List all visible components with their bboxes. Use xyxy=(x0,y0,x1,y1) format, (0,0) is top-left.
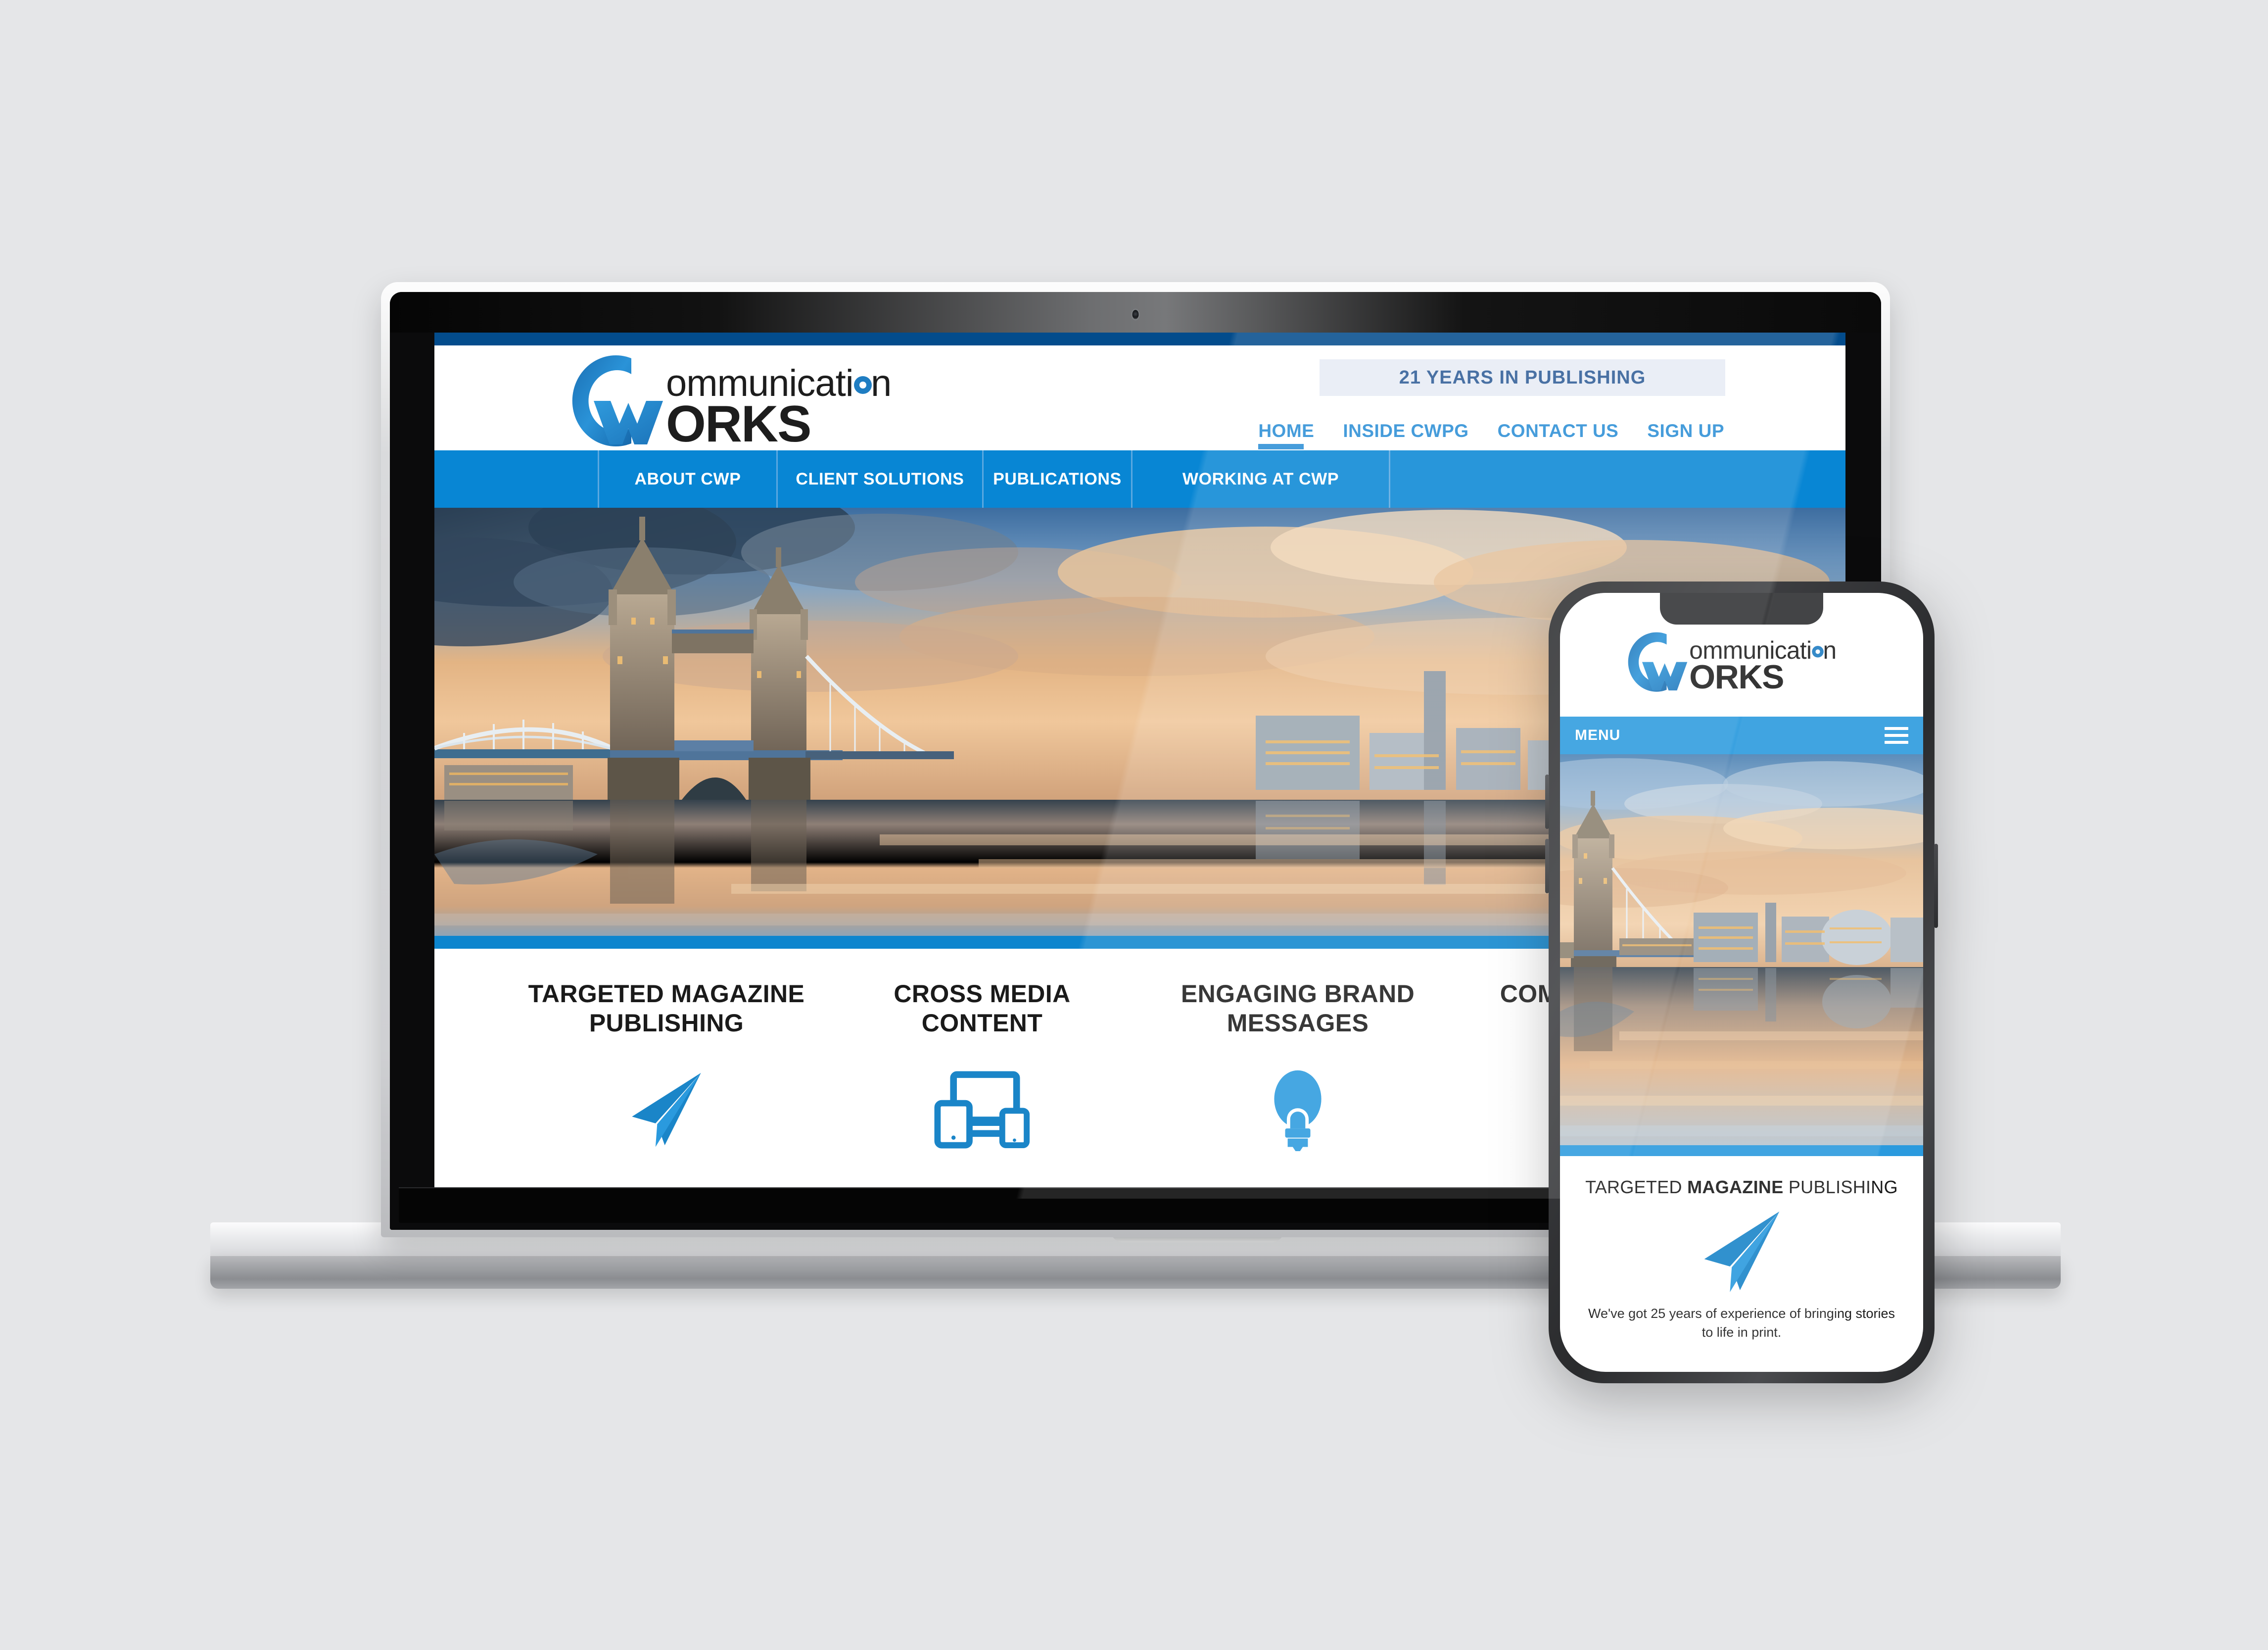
laptop-bezel-top xyxy=(390,292,1881,333)
phone-hero-divider xyxy=(1560,1145,1923,1156)
phone-menu-bar[interactable]: MENU xyxy=(1560,717,1923,754)
top-nav: HOME INSIDE CWPG CONTACT US SIGN UP xyxy=(1258,421,1724,450)
svg-text:n: n xyxy=(1823,636,1837,664)
phone-volume-up-button[interactable] xyxy=(1545,775,1549,829)
years-badge: 21 YEARS IN PUBLISHING xyxy=(1320,359,1725,396)
main-nav-end xyxy=(1389,450,1845,508)
phone-volume-down-button[interactable] xyxy=(1545,839,1549,893)
site-header: ommunicati n ORKS 21 YEARS IN PUBLISHING xyxy=(434,345,1845,450)
phone-mockup: ommunicati n ORKS MENU TARGETED MAGAZINE… xyxy=(1545,582,1938,1383)
phone-hero-image xyxy=(1560,754,1923,1145)
paper-plane-icon xyxy=(1577,1198,1906,1304)
main-nav-spacer xyxy=(434,450,598,508)
phone-feature-title: TARGETED MAGAZINE PUBLISHING xyxy=(1585,1177,1898,1197)
top-nav-item-sign-up[interactable]: SIGN UP xyxy=(1647,421,1724,450)
phone-power-button[interactable] xyxy=(1934,844,1938,928)
phone-body: ommunicati n ORKS MENU TARGETED MAGAZINE… xyxy=(1545,582,1938,1383)
phone-feature-card[interactable]: TARGETED MAGAZINE PUBLISHING We've got 2… xyxy=(1560,1156,1923,1342)
main-nav-item-about-cwp[interactable]: ABOUT CWP xyxy=(598,450,776,508)
phone-screen: ommunicati n ORKS MENU TARGETED MAGAZINE… xyxy=(1560,593,1923,1372)
main-nav-item-working-at-cwp[interactable]: WORKING AT CWP xyxy=(1131,450,1389,508)
top-nav-item-contact-us[interactable]: CONTACT US xyxy=(1498,421,1619,450)
svg-text:ORKS: ORKS xyxy=(666,395,810,447)
feature-card[interactable]: CROSS MEDIA CONTENT xyxy=(824,979,1140,1154)
feature-card[interactable]: TARGETED MAGAZINE PUBLISHING xyxy=(509,979,824,1154)
phone-menu-label: MENU xyxy=(1575,727,1621,743)
main-nav-item-client-solutions[interactable]: CLIENT SOLUTIONS xyxy=(776,450,982,508)
feature-title: CROSS MEDIA CONTENT xyxy=(894,980,1071,1037)
feature-card[interactable]: ENGAGING BRAND MESSAGES xyxy=(1140,979,1456,1154)
feature-title: TARGETED MAGAZINE PUBLISHING xyxy=(528,980,805,1037)
top-accent-strip xyxy=(434,333,1845,345)
feature-title: ENGAGING BRAND MESSAGES xyxy=(1181,980,1415,1037)
phone-feature-body: We've got 25 years of experience of brin… xyxy=(1588,1306,1895,1340)
main-nav-item-publications[interactable]: PUBLICATIONS xyxy=(982,450,1131,508)
hamburger-icon[interactable] xyxy=(1885,727,1908,744)
top-nav-item-home[interactable]: HOME xyxy=(1258,421,1314,450)
svg-text:n: n xyxy=(871,362,892,404)
main-nav: ABOUT CWP CLIENT SOLUTIONS PUBLICATIONS … xyxy=(434,450,1845,508)
phone-notch xyxy=(1660,593,1823,625)
years-badge-label: 21 YEARS IN PUBLISHING xyxy=(1399,367,1646,388)
top-nav-item-inside-cwpg[interactable]: INSIDE CWPG xyxy=(1343,421,1468,450)
paper-plane-icon xyxy=(520,1065,812,1154)
webcam-icon xyxy=(1132,310,1139,319)
svg-text:ORKS: ORKS xyxy=(1689,659,1784,696)
logo[interactable]: ommunicati n ORKS xyxy=(568,353,924,447)
devices-icon xyxy=(836,1065,1128,1154)
lightbulb-icon xyxy=(1152,1065,1444,1154)
